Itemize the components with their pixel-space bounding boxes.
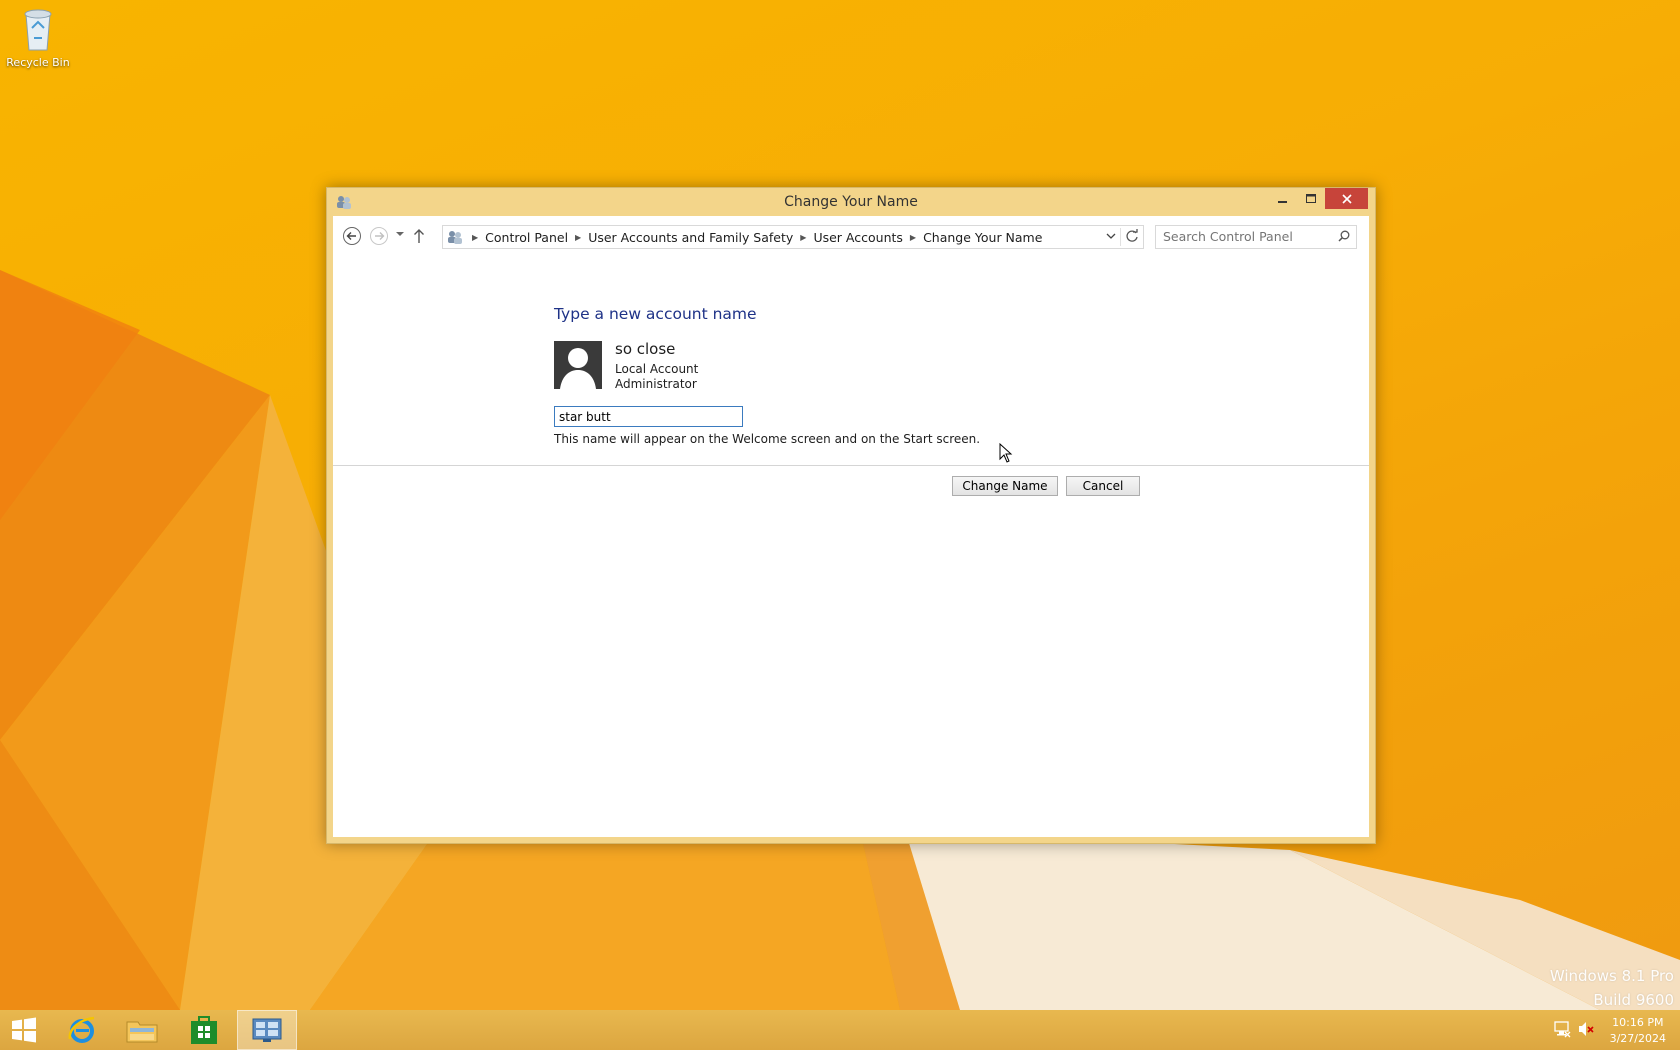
window-client: ▶ Control Panel ▶ User Accounts and Fami… (333, 216, 1369, 837)
breadcrumb-user-accounts[interactable]: User Accounts (813, 230, 902, 245)
close-icon (1341, 193, 1352, 204)
back-button[interactable] (342, 226, 362, 246)
new-account-name-input[interactable] (554, 406, 743, 427)
search-input[interactable] (1156, 226, 1333, 247)
address-dropdown-icon[interactable] (1105, 230, 1117, 242)
recycle-bin-icon (24, 9, 52, 51)
up-button[interactable] (413, 228, 425, 244)
store-icon (191, 1016, 217, 1044)
control-panel-small-icon (448, 231, 462, 244)
mouse-cursor-icon (999, 443, 1013, 463)
chevron-down-icon (396, 232, 404, 236)
back-arrow-icon (343, 227, 361, 245)
clock-date: 3/27/2024 (1609, 1032, 1666, 1045)
watermark-edition: Windows 8.1 Pro (1549, 967, 1674, 985)
close-button[interactable] (1325, 188, 1368, 209)
name-hint-text: This name will appear on the Welcome scr… (554, 432, 981, 446)
control-panel-icon (252, 1018, 282, 1042)
content-divider (333, 465, 1369, 466)
change-name-button[interactable]: Change Name (952, 476, 1058, 496)
clock-time: 10:16 PM (1612, 1016, 1664, 1029)
window-titlebar[interactable]: Change Your Name (327, 188, 1375, 216)
maximize-button[interactable] (1297, 188, 1325, 209)
cancel-button[interactable]: Cancel (1066, 476, 1140, 496)
taskbar-store[interactable] (174, 1010, 234, 1050)
recycle-bin-label: Recycle Bin (6, 56, 70, 69)
forward-arrow-icon (370, 227, 388, 245)
file-explorer-icon (126, 1021, 158, 1043)
maximize-icon (1305, 193, 1316, 203)
page-heading: Type a new account name (554, 305, 757, 323)
window-title: Change Your Name (784, 194, 918, 210)
taskbar-control-panel[interactable] (237, 1010, 297, 1050)
system-clock[interactable]: 10:16 PM 3/27/2024 (1610, 1015, 1666, 1047)
breadcrumb-change-your-name[interactable]: Change Your Name (923, 230, 1042, 245)
search-box[interactable] (1155, 225, 1357, 249)
breadcrumb-user-accounts-family-safety[interactable]: User Accounts and Family Safety (588, 230, 793, 245)
minimize-button[interactable] (1269, 188, 1297, 209)
breadcrumb-control-panel[interactable]: Control Panel (485, 230, 568, 245)
account-name: so close (615, 340, 676, 358)
forward-button[interactable] (369, 226, 389, 246)
windows-watermark: Windows 8.1 Pro Build 9600 (1550, 964, 1674, 1010)
watermark-build: Build 9600 (1593, 991, 1674, 1009)
user-avatar (554, 341, 602, 389)
minimize-icon (1278, 200, 1287, 203)
navigation-bar: ▶ Control Panel ▶ User Accounts and Fami… (333, 216, 1369, 256)
change-name-window: Change Your Name ▶ Control Panel ▶ User … (326, 187, 1376, 844)
chevron-right-icon[interactable]: ▶ (575, 233, 581, 242)
recent-locations-button[interactable] (395, 230, 405, 238)
chevron-right-icon[interactable]: ▶ (800, 233, 806, 242)
network-icon[interactable] (1553, 1020, 1571, 1038)
volume-muted-icon[interactable] (1577, 1020, 1595, 1038)
taskbar-internet-explorer[interactable] (52, 1010, 112, 1050)
taskbar-file-explorer[interactable] (112, 1010, 172, 1050)
taskbar: 10:16 PM 3/27/2024 (0, 1010, 1680, 1050)
search-icon[interactable] (1338, 230, 1350, 242)
recycle-bin[interactable]: Recycle Bin (4, 6, 72, 69)
chevron-right-icon[interactable]: ▶ (910, 233, 916, 242)
internet-explorer-icon (68, 1016, 95, 1043)
account-role: Administrator (615, 377, 697, 391)
start-button[interactable] (0, 1010, 48, 1050)
start-icon (12, 1017, 36, 1043)
refresh-icon[interactable] (1125, 229, 1139, 243)
up-arrow-icon (414, 229, 424, 243)
user-silhouette-icon (560, 348, 596, 389)
chevron-right-icon: ▶ (472, 232, 479, 242)
account-type: Local Account (615, 362, 699, 376)
address-divider (1120, 228, 1121, 246)
address-bar[interactable]: ▶ Control Panel ▶ User Accounts and Fami… (442, 225, 1144, 249)
